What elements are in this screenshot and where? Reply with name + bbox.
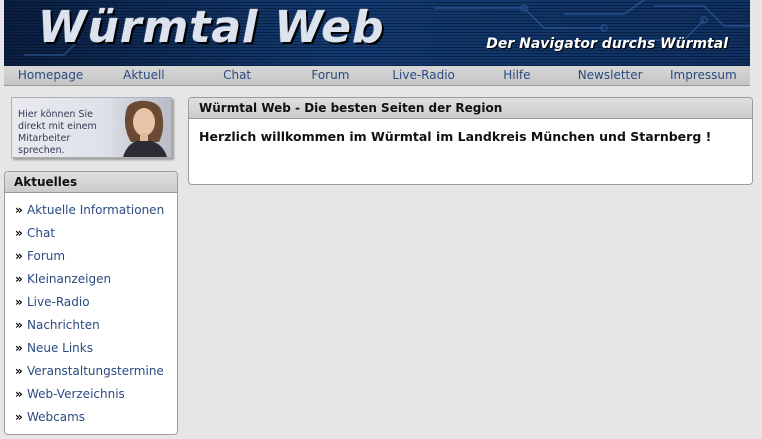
sidebar-link-web-verzeichnis[interactable]: Web-Verzeichnis xyxy=(27,383,125,406)
nav-item-forum[interactable]: Forum xyxy=(284,66,377,85)
site-slogan: Der Navigator durchs Würmtal xyxy=(486,36,728,52)
main-content-title: Würmtal Web - Die besten Seiten der Regi… xyxy=(189,98,752,119)
nav-item-homepage[interactable]: Homepage xyxy=(4,66,97,85)
sidebar-link-live-radio[interactable]: Live-Radio xyxy=(27,291,90,314)
nav-item-hilfe[interactable]: Hilfe xyxy=(470,66,563,85)
promo-text: Hier können Sie direkt mit einem Mitarbe… xyxy=(18,109,97,156)
double-chevron-icon: » xyxy=(15,203,23,217)
list-item: » Live-Radio xyxy=(15,291,177,314)
contact-promo-banner[interactable]: Hier können Sie direkt mit einem Mitarbe… xyxy=(11,97,172,158)
list-item: » Veranstaltungstermine xyxy=(15,360,177,383)
sidebar-link-neue-links[interactable]: Neue Links xyxy=(27,337,93,360)
double-chevron-icon: » xyxy=(15,410,23,424)
sidebar-link-chat[interactable]: Chat xyxy=(27,222,55,245)
aktuelles-panel-title: Aktuelles xyxy=(5,172,177,193)
list-item: » Nachrichten xyxy=(15,314,177,337)
welcome-message: Herzlich willkommen im Würmtal im Landkr… xyxy=(199,129,712,144)
aktuelles-link-list: » Aktuelle Informationen » Chat » Forum » Kl… xyxy=(5,193,177,429)
double-chevron-icon: » xyxy=(15,226,23,240)
list-item: » Web-Verzeichnis xyxy=(15,383,177,406)
nav-item-impressum[interactable]: Impressum xyxy=(657,66,750,85)
double-chevron-icon: » xyxy=(15,272,23,286)
double-chevron-icon: » xyxy=(15,387,23,401)
support-person-image xyxy=(113,98,171,157)
list-item: » Webcams xyxy=(15,406,177,429)
double-chevron-icon: » xyxy=(15,364,23,378)
sidebar-link-veranstaltungstermine[interactable]: Veranstaltungstermine xyxy=(27,360,164,383)
double-chevron-icon: » xyxy=(15,341,23,355)
sidebar-link-forum[interactable]: Forum xyxy=(27,245,65,268)
double-chevron-icon: » xyxy=(15,295,23,309)
list-item: » Aktuelle Informationen xyxy=(15,199,177,222)
main-content-box: Würmtal Web - Die besten Seiten der Regi… xyxy=(188,97,753,185)
list-item: » Chat xyxy=(15,222,177,245)
sidebar-link-webcams[interactable]: Webcams xyxy=(27,406,85,429)
nav-item-live-radio[interactable]: Live-Radio xyxy=(377,66,470,85)
list-item: » Forum xyxy=(15,245,177,268)
double-chevron-icon: » xyxy=(15,249,23,263)
sidebar-link-nachrichten[interactable]: Nachrichten xyxy=(27,314,100,337)
list-item: » Kleinanzeigen xyxy=(15,268,177,291)
main-navigation: Homepage Aktuell Chat Forum Live-Radio H… xyxy=(4,66,750,86)
sidebar-link-aktuelle-informationen[interactable]: Aktuelle Informationen xyxy=(27,199,164,222)
header-banner: Würmtal Web Der Navigator durchs Würmtal xyxy=(4,0,750,66)
sidebar-link-kleinanzeigen[interactable]: Kleinanzeigen xyxy=(27,268,111,291)
nav-item-aktuell[interactable]: Aktuell xyxy=(97,66,190,85)
site-logo[interactable]: Würmtal Web xyxy=(38,2,385,53)
nav-item-newsletter[interactable]: Newsletter xyxy=(564,66,657,85)
list-item: » Neue Links xyxy=(15,337,177,360)
aktuelles-panel: Aktuelles » Aktuelle Informationen » Chat … xyxy=(4,171,178,435)
double-chevron-icon: » xyxy=(15,318,23,332)
nav-item-chat[interactable]: Chat xyxy=(191,66,284,85)
